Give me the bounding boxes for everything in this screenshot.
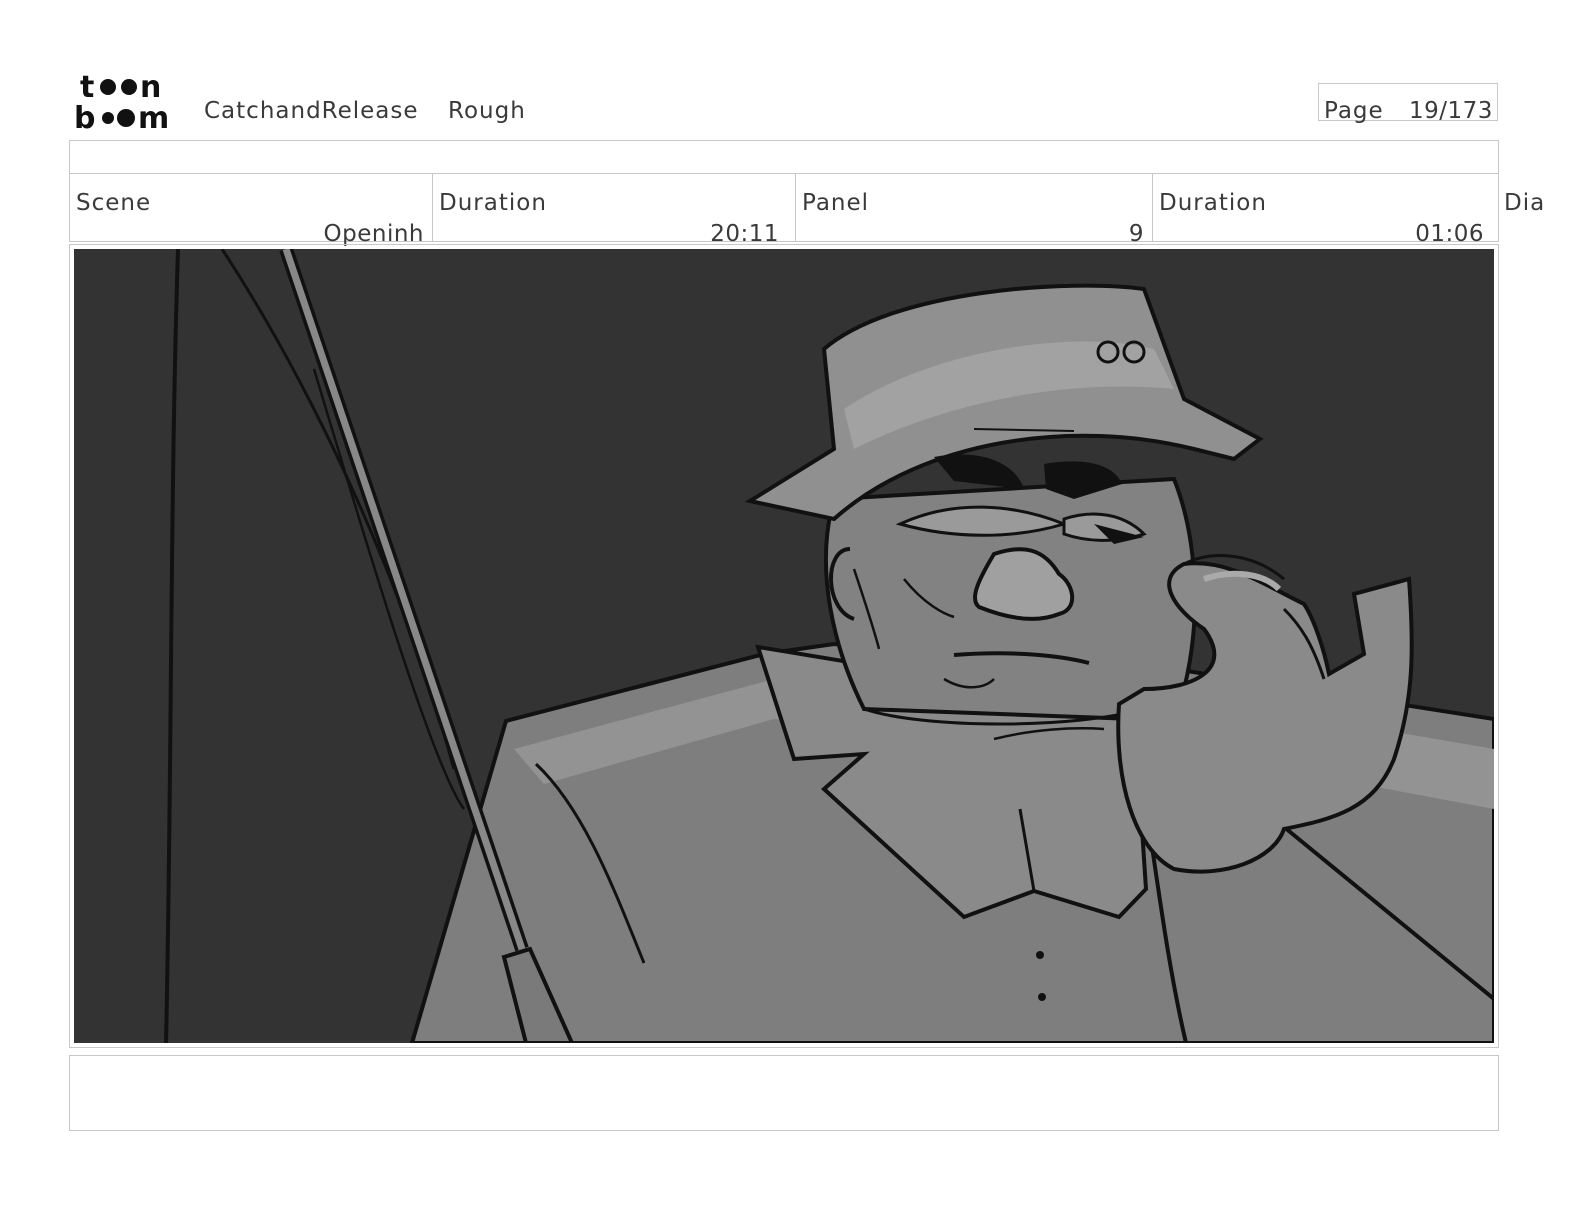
svg-text:n: n (140, 70, 161, 105)
info-row: Scene Openinh Duration 20:11 Panel 9 Dur… (69, 174, 1499, 247)
scene-cell: Scene Openinh (69, 174, 433, 247)
project-name: CatchandRelease (204, 98, 419, 124)
panel-duration-label: Duration (1159, 190, 1267, 216)
header-bar (69, 140, 1499, 174)
dialogue-label: Dia (1504, 190, 1546, 216)
storyboard-panel-image (74, 249, 1494, 1043)
scene-duration-cell: Duration 20:11 (432, 174, 796, 247)
toon-boom-logo: t n b m (74, 70, 169, 132)
scene-duration-label: Duration (439, 190, 547, 216)
panel-duration-cell: Duration 01:06 (1152, 174, 1499, 247)
scene-label: Scene (76, 190, 152, 216)
stage-name: Rough (448, 98, 526, 124)
panel-label: Panel (802, 190, 870, 216)
svg-text:m: m (138, 101, 169, 132)
svg-text:t: t (80, 70, 94, 105)
svg-text:b: b (74, 101, 95, 132)
page-number: 19/173 (1409, 98, 1493, 124)
page-label: Page (1324, 98, 1384, 124)
panel-cell: Panel 9 (795, 174, 1153, 247)
notes-box (69, 1055, 1499, 1131)
